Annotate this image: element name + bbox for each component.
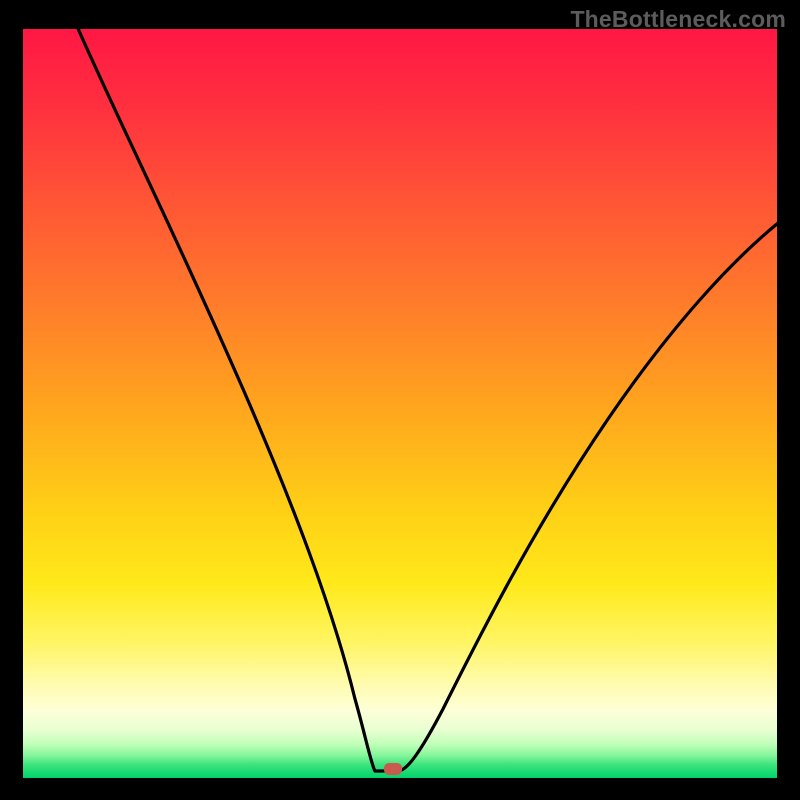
curve-path	[76, 29, 777, 771]
minimum-marker	[384, 763, 402, 775]
plot-area	[23, 29, 777, 778]
watermark-text: TheBottleneck.com	[570, 6, 786, 33]
bottleneck-curve	[23, 29, 777, 778]
chart-frame: TheBottleneck.com	[0, 0, 800, 800]
